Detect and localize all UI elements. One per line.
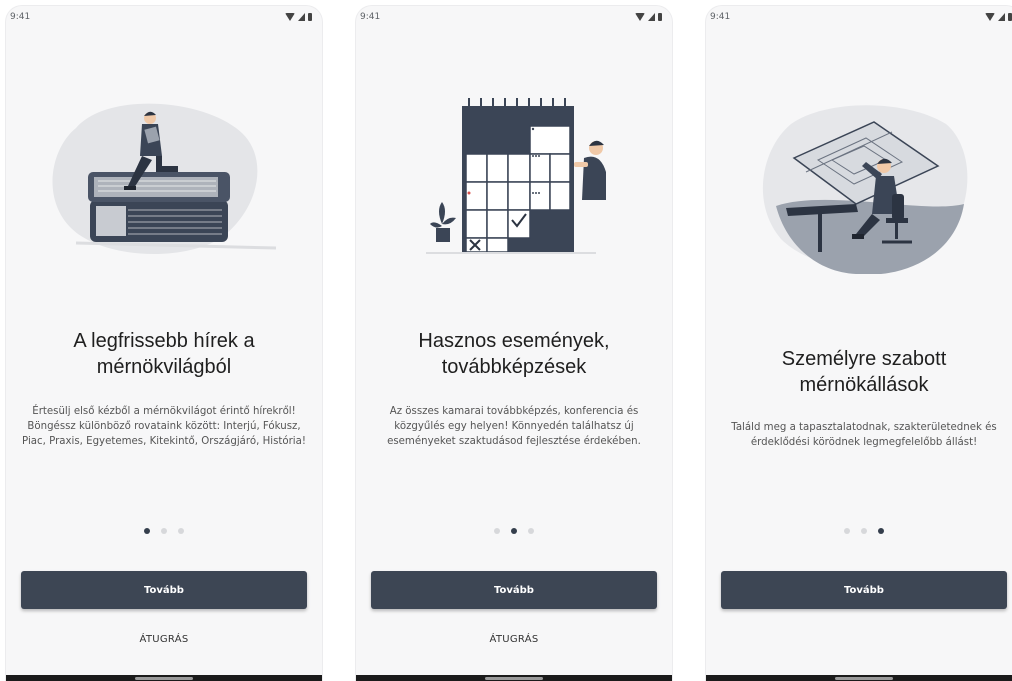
page-indicator	[356, 528, 672, 534]
onboarding-screen-jobs: 9:41 Személyre szabott mérnökállások Tal…	[706, 6, 1012, 681]
signal-icon	[298, 13, 305, 21]
page-dot[interactable]	[161, 528, 167, 534]
status-time: 9:41	[710, 12, 731, 22]
wifi-icon	[285, 13, 295, 21]
home-handle[interactable]	[835, 677, 893, 680]
battery-icon	[658, 13, 662, 21]
screen-description: Értesülj első kézből a mérnökvilágot éri…	[22, 406, 306, 447]
skip-button[interactable]: ÁTUGRÁS	[356, 634, 672, 645]
next-button[interactable]: Tovább	[371, 571, 657, 609]
page-indicator	[6, 528, 322, 534]
calendar-illustration	[426, 98, 606, 254]
page-dot[interactable]	[511, 528, 517, 534]
news-books-illustration	[52, 103, 277, 255]
status-time: 9:41	[10, 12, 31, 22]
page-dot[interactable]	[494, 528, 500, 534]
status-bar: 9:41	[6, 6, 322, 28]
skip-button[interactable]: ÁTUGRÁS	[6, 634, 322, 645]
system-nav-bar	[6, 675, 322, 681]
page-dot[interactable]	[144, 528, 150, 534]
battery-icon	[308, 13, 312, 21]
system-nav-bar	[356, 675, 672, 681]
battery-icon	[1008, 13, 1012, 21]
wifi-icon	[985, 13, 995, 21]
system-nav-bar	[706, 675, 1012, 681]
onboarding-screen-events: 9:41 Hasznos események, továbbképzések A…	[356, 6, 672, 681]
screen-description: Találd meg a tapasztalatodnak, szakterül…	[731, 422, 997, 448]
page-dot[interactable]	[878, 528, 884, 534]
signal-icon	[998, 13, 1005, 21]
next-button[interactable]: Tovább	[21, 571, 307, 609]
page-dot[interactable]	[844, 528, 850, 534]
next-button[interactable]: Tovább	[721, 571, 1007, 609]
page-indicator	[706, 528, 1012, 534]
status-time: 9:41	[360, 12, 381, 22]
signal-icon	[648, 13, 655, 21]
screen-title: Hasznos események, továbbképzések	[418, 330, 610, 378]
wifi-icon	[635, 13, 645, 21]
status-bar: 9:41	[356, 6, 672, 28]
drafting-engineer-illustration	[762, 105, 968, 274]
status-bar: 9:41	[706, 6, 1012, 28]
home-handle[interactable]	[485, 677, 543, 680]
screen-description: Az összes kamarai továbbképzés, konferen…	[387, 406, 641, 447]
screen-title: A legfrissebb hírek a mérnökvilágból	[73, 330, 255, 378]
page-dot[interactable]	[861, 528, 867, 534]
page-dot[interactable]	[178, 528, 184, 534]
home-handle[interactable]	[135, 677, 193, 680]
screen-title: Személyre szabott mérnökállások	[781, 348, 947, 396]
page-dot[interactable]	[528, 528, 534, 534]
onboarding-screen-news: 9:41 A legfrissebb hírek a mérnökvilágbó…	[6, 6, 322, 681]
